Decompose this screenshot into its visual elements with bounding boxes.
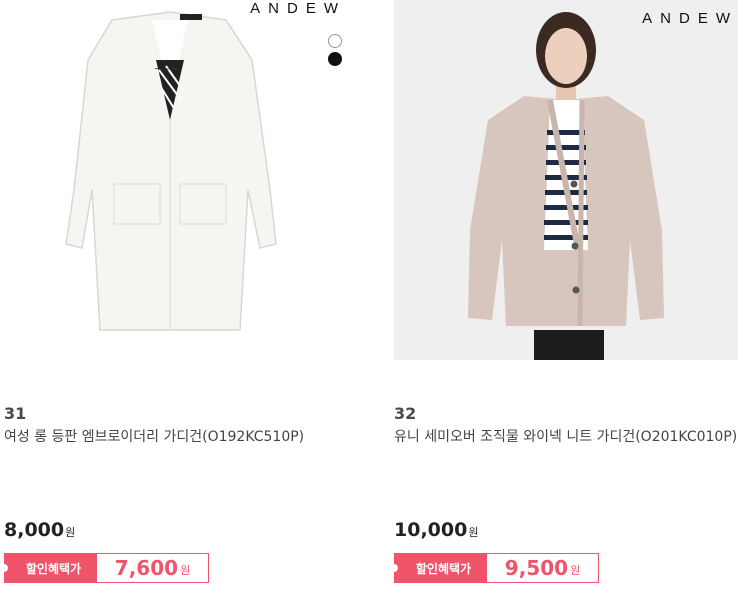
product-image[interactable]: ~~~ ANDEW [4, 0, 348, 360]
discount-price: 7,600 원 [97, 553, 209, 583]
discount-label-text: 할인혜택가 [25, 561, 82, 576]
discount-badge: 할인혜택가 7,600 원 [0, 553, 209, 583]
discount-price-unit: 원 [180, 564, 191, 577]
cardigan-illustration: ~~~ [65, 11, 277, 331]
product-name[interactable]: 여성 롱 등판 엠브로이더리 가디건(O192KC510P) [4, 427, 348, 448]
discount-badge: 할인혜택가 9,500 원 [390, 553, 599, 583]
discount-label: 할인혜택가 [390, 553, 487, 583]
badge-notch [390, 564, 398, 572]
color-swatches [328, 34, 346, 70]
discount-price: 9,500 원 [487, 553, 599, 583]
price-unit: 원 [65, 526, 76, 539]
discount-price-unit: 원 [570, 564, 581, 577]
discount-price-value: 9,500 [504, 556, 569, 580]
product-price: 10,000원 [394, 519, 478, 541]
discount-label: 할인혜택가 [0, 553, 97, 583]
brand-logo: ANDEW [642, 10, 738, 27]
color-swatch-black[interactable] [328, 52, 342, 66]
price-value: 10,000 [394, 519, 468, 541]
price-value: 8,000 [4, 519, 65, 541]
product-image[interactable]: ANDEW [394, 0, 738, 360]
product-name[interactable]: 유니 세미오버 조직물 와이넥 니트 가디건(O201KC010P) [394, 427, 738, 448]
model-photo [394, 0, 738, 360]
discount-price-value: 7,600 [114, 556, 179, 580]
svg-text:~~~: ~~~ [154, 64, 179, 75]
product-rank: 32 [394, 404, 417, 423]
product-rank: 31 [4, 404, 27, 423]
color-swatch-white[interactable] [328, 34, 342, 48]
price-unit: 원 [468, 526, 479, 539]
product-price: 8,000원 [4, 519, 75, 541]
discount-label-text: 할인혜택가 [415, 561, 472, 576]
product-grid: ~~~ ANDEW 31 여성 롱 등판 엠브로이더리 가디건(O192KC51… [0, 0, 738, 589]
product-card[interactable]: ANDEW 32 유니 세미오버 조직물 와이넥 니트 가디건(O201KC01… [390, 0, 738, 589]
product-card[interactable]: ~~~ ANDEW 31 여성 롱 등판 엠브로이더리 가디건(O192KC51… [0, 0, 348, 589]
brand-logo: ANDEW [250, 0, 346, 17]
badge-notch [0, 564, 8, 572]
